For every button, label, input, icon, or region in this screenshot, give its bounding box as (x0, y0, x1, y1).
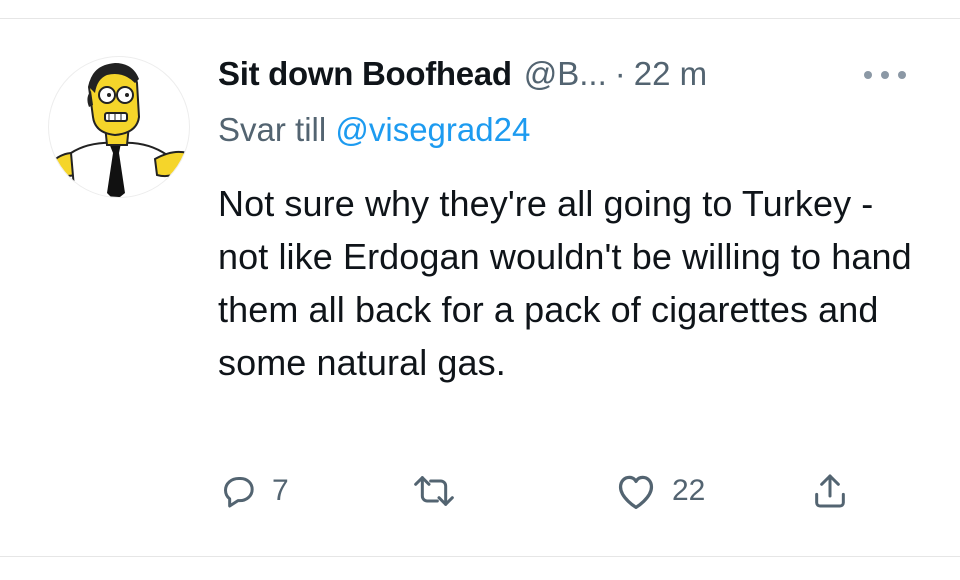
reply-count: 7 (272, 474, 289, 507)
heart-icon (614, 471, 658, 511)
bottom-divider (0, 556, 960, 557)
separator-dot: · (614, 55, 626, 92)
retweet-arrows-icon (412, 471, 456, 511)
tweet-text: Not sure why they're all going to Turkey… (218, 183, 912, 383)
reply-button[interactable]: 7 (218, 467, 289, 515)
avatar[interactable] (48, 56, 190, 198)
speech-bubble-icon (218, 471, 258, 511)
retweet-button[interactable] (412, 467, 456, 515)
tweet-header: Sit down Boofhead @B... · 22 m (218, 52, 707, 96)
reply-context: Svar till @visegrad24 (218, 111, 530, 149)
user-handle[interactable]: @B... (524, 55, 607, 93)
more-dots-icon[interactable] (860, 63, 910, 87)
reply-prefix: Svar till (218, 111, 327, 148)
like-count: 22 (672, 474, 706, 507)
reply-to-handle[interactable]: @visegrad24 (335, 111, 530, 148)
avatar-cartoon-image (51, 63, 189, 197)
timestamp[interactable]: 22 m (634, 55, 707, 93)
display-name[interactable]: Sit down Boofhead (218, 55, 512, 93)
share-button[interactable] (810, 467, 850, 515)
share-upload-icon (810, 471, 850, 511)
action-bar: 7 22 (0, 467, 960, 515)
tweet-card[interactable]: Sit down Boofhead @B... · 22 m Svar till… (0, 19, 960, 556)
like-button[interactable]: 22 (614, 467, 705, 515)
